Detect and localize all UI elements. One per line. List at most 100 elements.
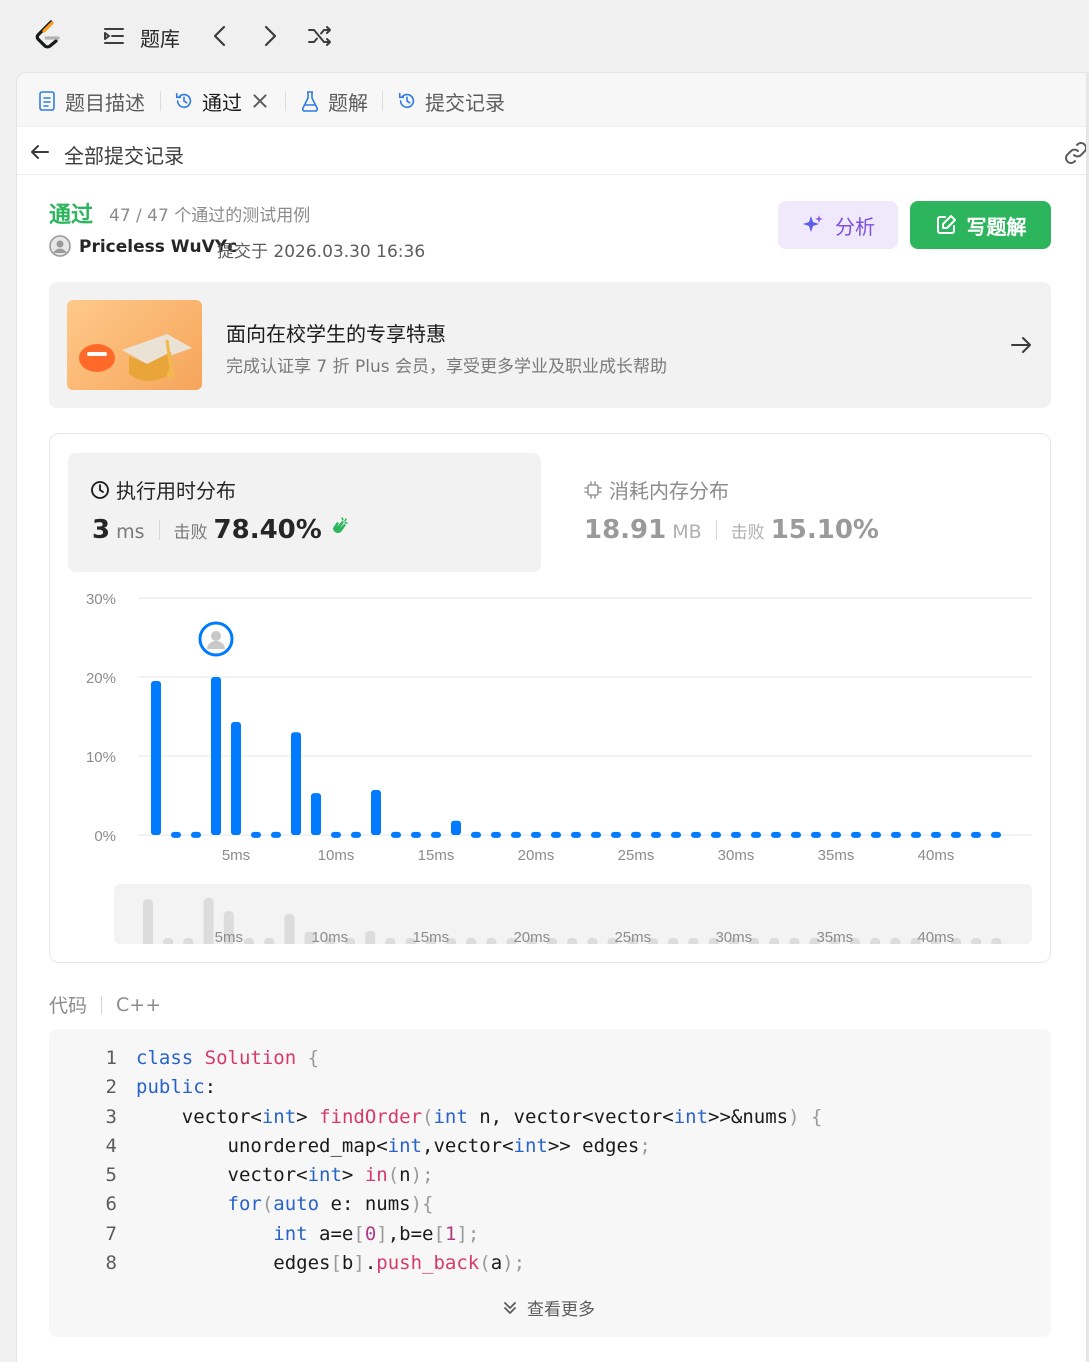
chart-bar <box>651 831 661 838</box>
code-line: 1 class Solution { <box>49 1047 1051 1076</box>
runtime-distribution-chart[interactable]: 30% 20% 10% 0% 5ms 10ms 15ms 20ms 25ms 30ms 35ms 40… <box>50 584 1050 874</box>
chart-bar <box>751 831 761 838</box>
line-number: 4 <box>105 1134 117 1157</box>
code-text: public: <box>136 1076 217 1099</box>
mini-bar <box>203 898 214 944</box>
x-tick-label: 40ms <box>918 847 955 864</box>
chart-bar <box>151 680 161 835</box>
code-language: C++ <box>116 993 162 1016</box>
submission-panel: 题目描述 通过 题解 提交记录 全部提交记录 通过 47 / 47 个通过的测试… <box>16 72 1089 1362</box>
memory-values: 18.91 MB 击败 15.10% <box>584 515 879 545</box>
shuffle-icon[interactable] <box>306 22 334 50</box>
top-bar: 题库 <box>0 0 1089 72</box>
list-icon[interactable] <box>102 24 126 48</box>
write-solution-label: 写题解 <box>966 214 1027 239</box>
tab-divider <box>285 91 286 111</box>
chart-bar <box>211 677 221 835</box>
runtime-values: 3 ms 击败 78.40% <box>92 515 350 545</box>
tab-label: 提交记录 <box>425 90 505 115</box>
chart-bar <box>171 831 181 838</box>
line-number: 1 <box>105 1047 117 1069</box>
arrow-right-icon[interactable] <box>1009 333 1033 357</box>
graduation-cap-icon <box>79 334 192 381</box>
history-icon <box>398 92 415 109</box>
mini-bar <box>668 938 679 944</box>
code-line: 6 for(auto e: nums){ <box>49 1193 1051 1222</box>
promo-subtitle: 完成认证享 7 折 Plus 会员，享受更多学业及职业成长帮助 <box>226 357 668 377</box>
mini-x-tick-label: 20ms <box>513 929 550 944</box>
clock-icon <box>91 480 109 499</box>
x-tick-label: 20ms <box>518 847 555 864</box>
chevron-right-icon[interactable] <box>258 22 282 50</box>
mini-bar <box>486 938 497 944</box>
runtime-title: 执行用时分布 <box>90 475 236 504</box>
code-line: 4 unordered_map<int,vector<int>> edges; <box>49 1135 1051 1164</box>
chart-bar <box>291 732 301 835</box>
runtime-box[interactable]: 执行用时分布 3 ms 击败 78.40% <box>68 453 541 572</box>
chart-bar <box>911 831 921 838</box>
tab-description[interactable]: 题目描述 <box>37 87 145 115</box>
problem-bank-title[interactable]: 题库 <box>140 23 180 52</box>
memory-title-text: 消耗内存分布 <box>609 479 729 503</box>
tab-label: 通过 <box>202 90 242 115</box>
chart-bar <box>691 831 701 838</box>
edit-icon <box>936 215 956 234</box>
show-more-button[interactable]: 查看更多 <box>501 1295 595 1320</box>
memory-value: 18.91 <box>584 515 667 545</box>
chevron-left-icon[interactable] <box>208 22 232 50</box>
mini-bar <box>385 938 396 944</box>
avatar-head <box>211 631 221 641</box>
chart-bar <box>731 831 741 838</box>
tab-submissions[interactable]: 提交记录 <box>397 87 505 115</box>
code-line: 2 public: <box>49 1076 1051 1105</box>
mini-bar <box>183 938 194 944</box>
clap-icon <box>332 517 348 533</box>
chart-bar <box>771 831 781 838</box>
mini-x-tick-label: 40ms <box>917 929 954 944</box>
leetcode-logo[interactable] <box>30 18 66 54</box>
line-number: 2 <box>105 1076 117 1099</box>
chart-bar <box>951 831 961 838</box>
chart-bar <box>571 831 581 838</box>
description-icon <box>39 91 55 111</box>
chart-bar <box>671 831 681 838</box>
tab-label: 题目描述 <box>65 90 145 115</box>
runtime-beat-value: 78.40% <box>213 515 322 545</box>
chart-bar <box>311 793 321 835</box>
code-text: class Solution { <box>136 1047 320 1069</box>
all-submissions-link[interactable]: 全部提交记录 <box>64 140 184 169</box>
chart-bar <box>371 789 381 835</box>
code-lines: 1 class Solution { 2 public: 3 vector<int> f… <box>49 1047 1051 1281</box>
x-tick-label: 15ms <box>418 847 455 864</box>
username[interactable]: Priceless WuVYc <box>79 237 237 257</box>
divider <box>715 520 717 540</box>
mini-bar <box>466 938 477 944</box>
mini-x-tick-label: 10ms <box>311 929 348 944</box>
chart-bar <box>931 831 941 838</box>
memory-beat-label: 击败 <box>730 523 765 543</box>
code-text: vector<int> in(n); <box>136 1164 434 1187</box>
analyze-button[interactable]: 分析 <box>778 201 898 249</box>
user-icon <box>49 235 71 257</box>
code-line: 3 vector<int> findOrder(int n, vector<ve… <box>49 1106 1051 1135</box>
mini-bar <box>870 938 881 944</box>
runtime-title-text: 执行用时分布 <box>116 479 236 503</box>
chart-bar <box>471 831 481 838</box>
code-block[interactable]: 1 class Solution { 2 public: 3 vector<int> f… <box>49 1029 1051 1337</box>
analyze-label: 分析 <box>835 214 875 239</box>
chart-range-slider[interactable]: 5ms 10ms 15ms 20ms 25ms 30ms 35ms 40ms <box>114 884 1032 944</box>
chart-bar <box>191 831 201 838</box>
close-icon[interactable] <box>250 90 270 112</box>
tab-solutions[interactable]: 题解 <box>300 87 368 115</box>
arrow-left-icon[interactable] <box>29 141 51 163</box>
chart-bar <box>331 831 341 838</box>
write-solution-button[interactable]: 写题解 <box>910 201 1051 249</box>
tab-accepted[interactable]: 通过 <box>174 87 270 115</box>
memory-beat-value: 15.10% <box>770 515 879 545</box>
chart-bar <box>551 831 561 838</box>
student-promo-banner[interactable]: 面向在校学生的专享特惠 完成认证享 7 折 Plus 会员，享受更多学业及职业成… <box>49 282 1051 408</box>
test-cases-passed: 47 / 47 个通过的测试用例 <box>109 206 311 226</box>
chart-bar <box>491 831 501 838</box>
avatar[interactable] <box>49 235 71 257</box>
mini-bar <box>769 938 780 944</box>
